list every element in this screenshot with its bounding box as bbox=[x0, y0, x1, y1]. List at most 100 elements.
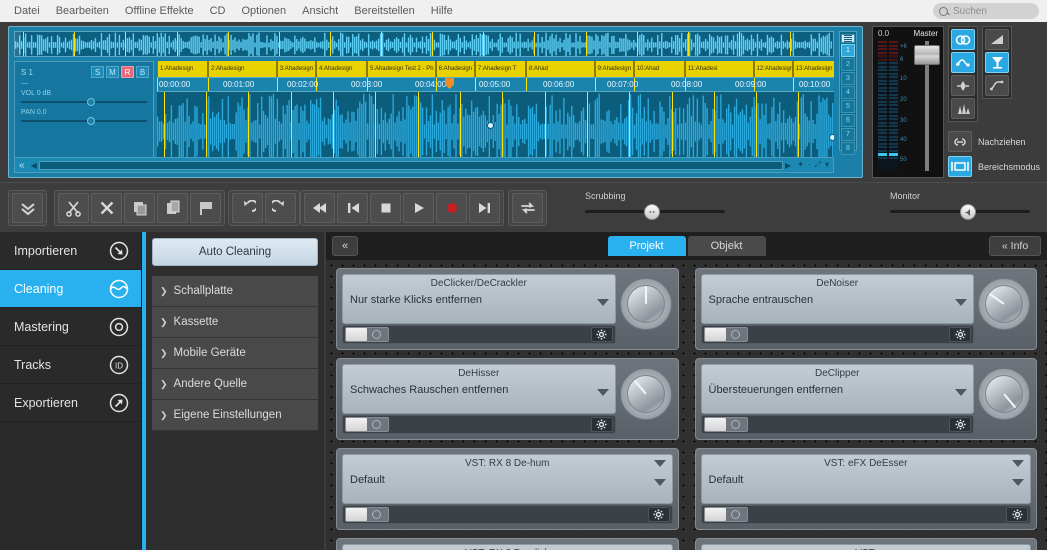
preset-item[interactable]: ❯ Kassette bbox=[152, 307, 318, 338]
module-power-toggle[interactable] bbox=[703, 507, 748, 522]
scrubbing-knob[interactable] bbox=[643, 204, 660, 220]
cut-scissors-icon[interactable] bbox=[58, 193, 89, 223]
track-header[interactable]: S 1 S M R B — VOL 0 dB PAN 0.0 bbox=[14, 61, 154, 171]
zoom-out-icon[interactable]: · bbox=[808, 160, 811, 170]
module-face[interactable]: DeNoiser Sprache entrauschen bbox=[700, 274, 974, 324]
play-icon[interactable] bbox=[403, 193, 434, 223]
track-pan-slider[interactable]: PAN 0.0 bbox=[15, 106, 153, 125]
module-face[interactable]: VST: eFX DeEsser Default bbox=[700, 454, 1031, 504]
delete-x-icon[interactable] bbox=[91, 193, 122, 223]
track-bounce-button[interactable]: B bbox=[136, 66, 149, 78]
track-button-7[interactable]: 7 bbox=[841, 128, 855, 141]
preset-item[interactable]: ❯ Mobile Geräte bbox=[152, 338, 318, 369]
track-mute-button[interactable]: M bbox=[106, 66, 119, 78]
module-knob[interactable] bbox=[619, 278, 672, 330]
module-settings-button[interactable] bbox=[949, 327, 971, 342]
module-face[interactable]: DeHisser Schwaches Rauschen entfernen bbox=[342, 364, 616, 414]
next-icon[interactable] bbox=[469, 193, 500, 223]
effect-module[interactable]: DeClipper Übersteuerungen entfernen bbox=[694, 358, 1037, 440]
info-button[interactable]: « Info bbox=[989, 236, 1041, 256]
audio-clip[interactable]: 2:Ahadesign bbox=[208, 61, 277, 77]
module-title-dropdown-icon[interactable] bbox=[653, 460, 666, 467]
waveform-handle-left[interactable] bbox=[487, 122, 494, 129]
stereo-link-icon[interactable] bbox=[951, 29, 975, 50]
module-preset-dropdown-icon[interactable] bbox=[596, 299, 609, 306]
spectrum-icon[interactable] bbox=[951, 98, 975, 119]
module-power-toggle[interactable] bbox=[345, 327, 389, 342]
sidebar-item-exportieren[interactable]: Exportieren bbox=[0, 384, 141, 422]
module-preset-dropdown-icon[interactable] bbox=[1012, 479, 1024, 486]
waveform-handle-right[interactable] bbox=[829, 134, 834, 141]
monitor-slider[interactable]: Monitor bbox=[890, 191, 1030, 220]
module-power-toggle[interactable] bbox=[703, 327, 748, 342]
preset-item[interactable]: ❯ Eigene Einstellungen bbox=[152, 400, 318, 431]
menu-item-optionen[interactable]: Optionen bbox=[234, 3, 295, 19]
preset-item[interactable]: ❯ Schallplatte bbox=[152, 276, 318, 307]
effect-module[interactable]: VST: RX 8 De-hum Default bbox=[336, 448, 679, 530]
module-power-toggle[interactable] bbox=[703, 417, 748, 432]
audio-clip[interactable]: 11:Ahadesi bbox=[684, 61, 754, 77]
scroll-right-icon[interactable]: ▶ bbox=[783, 161, 793, 170]
scroll-collapse-icon[interactable]: « bbox=[15, 160, 29, 171]
menu-item-offline-effekte[interactable]: Offline Effekte bbox=[117, 3, 202, 19]
track-list-icon[interactable] bbox=[841, 34, 855, 43]
audio-clip[interactable]: 7:Ahadesign T bbox=[474, 61, 526, 77]
audio-clip[interactable]: 6:Ahadesign T bbox=[435, 61, 475, 77]
audio-clip[interactable]: 3:Ahadesign Test 2 - Ph bbox=[276, 61, 316, 77]
module-settings-button[interactable] bbox=[949, 417, 971, 432]
nachziehen-row[interactable]: Nachziehen bbox=[948, 131, 1026, 152]
audio-clip[interactable]: 12:Ahadesign bbox=[753, 61, 793, 77]
curve-tool-icon[interactable] bbox=[985, 75, 1009, 96]
module-settings-button[interactable] bbox=[590, 327, 613, 342]
menu-item-bearbeiten[interactable]: Bearbeiten bbox=[48, 3, 117, 19]
module-title-dropdown-icon[interactable] bbox=[1012, 460, 1024, 467]
expand-all-icon[interactable] bbox=[12, 193, 43, 223]
automation-curve-icon[interactable] bbox=[951, 52, 975, 73]
module-settings-button[interactable] bbox=[590, 417, 613, 432]
funnel-icon[interactable] bbox=[985, 52, 1009, 73]
stop-icon[interactable] bbox=[370, 193, 401, 223]
module-preset-dropdown-icon[interactable] bbox=[955, 389, 967, 396]
module-knob[interactable] bbox=[978, 278, 1030, 330]
record-icon[interactable] bbox=[436, 193, 467, 223]
audio-clip[interactable]: 4:Ahadesign bbox=[315, 61, 367, 77]
range-mode-icon[interactable] bbox=[948, 156, 972, 177]
track-button-6[interactable]: 6 bbox=[841, 114, 855, 127]
module-face[interactable]: DeClicker/DeCrackler Nur starke Klicks en… bbox=[342, 274, 616, 324]
redo-icon[interactable] bbox=[265, 193, 296, 223]
track-record-button[interactable]: R bbox=[121, 66, 134, 78]
time-ruler[interactable]: 00:00:00 00:01:00 00:02:00 00:03:00 00:04:00… bbox=[157, 77, 834, 92]
link-chain-icon[interactable] bbox=[948, 131, 972, 152]
effect-module[interactable]: VST: RX 8 De-click bbox=[336, 538, 679, 550]
sidebar-item-tracks[interactable]: Tracks ID bbox=[0, 346, 141, 384]
audio-clip[interactable]: 9:Ahadesign bbox=[594, 61, 634, 77]
audio-clip[interactable]: 1:Ahadesign bbox=[157, 61, 209, 77]
audio-clip[interactable]: 10:Ahad bbox=[633, 61, 685, 77]
rack-collapse-button[interactable]: « bbox=[332, 236, 358, 256]
effect-module[interactable]: VST: bbox=[694, 538, 1037, 550]
tab-objekt[interactable]: Objekt bbox=[687, 236, 766, 256]
track-button-3[interactable]: 3 bbox=[841, 72, 855, 85]
copy-icon[interactable] bbox=[124, 193, 155, 223]
marker-flag-icon[interactable] bbox=[190, 193, 221, 223]
module-preset-dropdown-icon[interactable] bbox=[653, 479, 666, 486]
effect-module[interactable]: DeClicker/DeCrackler Nur starke Klicks en… bbox=[336, 268, 679, 350]
timeline[interactable]: 1:Ahadesign2:Ahadesign3:Ahadesign Test 2… bbox=[157, 61, 834, 171]
zoom-in-icon[interactable]: ✦ bbox=[797, 160, 804, 170]
audio-clip[interactable]: 5:Ahadesign Test 2 - Ph bbox=[366, 61, 436, 77]
track-selector-strip[interactable]: 1 2 3 4 5 6 7 8 bbox=[839, 31, 857, 155]
sidebar-item-importieren[interactable]: Importieren bbox=[0, 232, 141, 270]
menu-item-bereitstellen[interactable]: Bereitstellen bbox=[346, 3, 423, 19]
module-preset-dropdown-icon[interactable] bbox=[596, 389, 609, 396]
module-knob[interactable] bbox=[978, 368, 1030, 420]
scroll-left-icon[interactable]: ◀ bbox=[29, 161, 39, 170]
menu-item-cd[interactable]: CD bbox=[202, 3, 234, 19]
module-face[interactable]: VST: bbox=[700, 544, 1031, 550]
marker-diamond-icon[interactable] bbox=[951, 75, 975, 96]
track-solo-button[interactable]: S bbox=[91, 66, 104, 78]
tab-projekt[interactable]: Projekt bbox=[607, 236, 686, 256]
track-button-4[interactable]: 4 bbox=[841, 86, 855, 99]
module-settings-button[interactable] bbox=[1006, 507, 1028, 522]
module-face[interactable]: DeClipper Übersteuerungen entfernen bbox=[700, 364, 974, 414]
module-face[interactable]: VST: RX 8 De-hum Default bbox=[342, 454, 673, 504]
